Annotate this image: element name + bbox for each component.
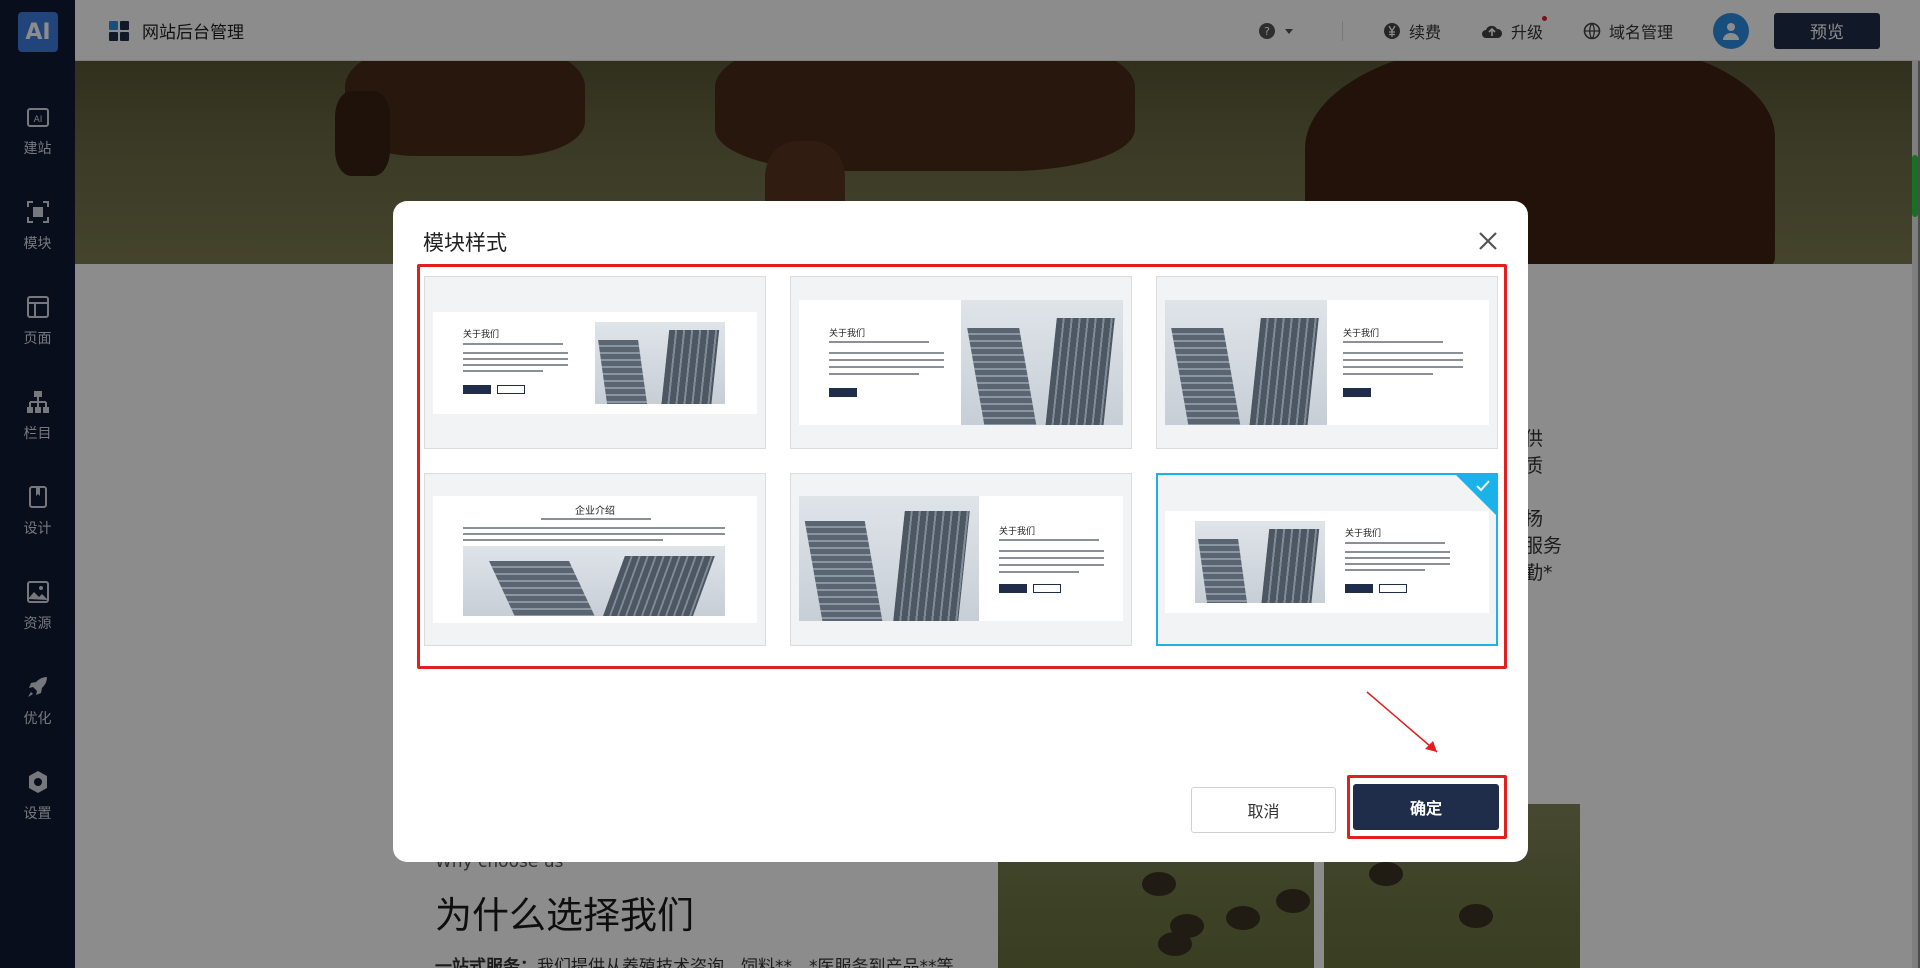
card-title: 关于我们 (999, 527, 1036, 537)
card-title: 关于我们 (1343, 329, 1380, 339)
dialog-title: 模块样式 (423, 231, 507, 255)
card-title: 关于我们 (463, 330, 500, 340)
style-card-6[interactable]: 关于我们 (1156, 473, 1498, 646)
style-card-4[interactable]: 企业介绍 (424, 473, 766, 646)
confirm-button-highlight: 确定 (1347, 775, 1507, 839)
card-title: 关于我们 (1345, 529, 1382, 539)
annotation-arrow-icon (1366, 691, 1438, 753)
check-icon (1476, 480, 1490, 492)
module-style-dialog: 模块样式 关于我们 关于我们 关于我们 企业介绍 关于我们 关于我们 取消 确定 (393, 201, 1528, 862)
style-card-1[interactable]: 关于我们 (424, 276, 766, 449)
close-icon[interactable] (1476, 229, 1500, 253)
cancel-button[interactable]: 取消 (1191, 787, 1336, 833)
confirm-button[interactable]: 确定 (1353, 784, 1499, 830)
style-card-5[interactable]: 关于我们 (790, 473, 1132, 646)
card-title: 关于我们 (829, 329, 866, 339)
style-card-3[interactable]: 关于我们 (1156, 276, 1498, 449)
card-title: 企业介绍 (575, 506, 615, 517)
style-grid-highlight: 关于我们 关于我们 关于我们 企业介绍 关于我们 关于我们 (417, 264, 1507, 669)
style-card-2[interactable]: 关于我们 (790, 276, 1132, 449)
